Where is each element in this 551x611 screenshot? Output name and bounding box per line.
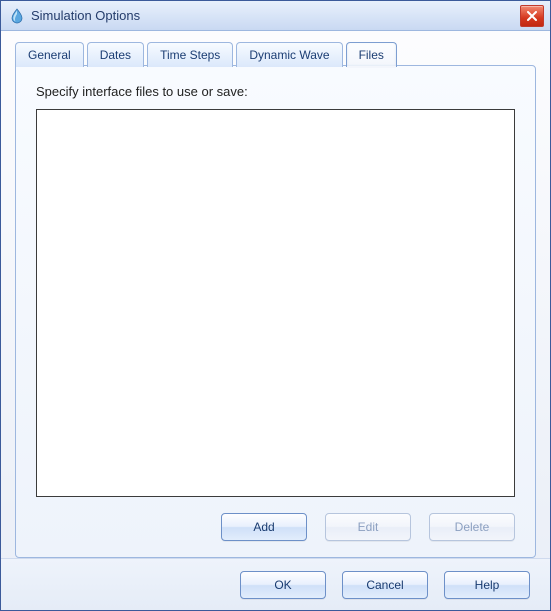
button-label: Cancel bbox=[366, 578, 403, 592]
dialog-footer: OK Cancel Help bbox=[1, 558, 550, 610]
ok-button[interactable]: OK bbox=[240, 571, 326, 599]
edit-button[interactable]: Edit bbox=[325, 513, 411, 541]
files-panel-label: Specify interface files to use or save: bbox=[36, 84, 515, 99]
client-area: General Dates Time Steps Dynamic Wave Fi… bbox=[1, 31, 550, 558]
tab-dates[interactable]: Dates bbox=[87, 42, 144, 67]
tab-label: General bbox=[28, 48, 71, 62]
tab-label: Dates bbox=[100, 48, 131, 62]
tabstrip: General Dates Time Steps Dynamic Wave Fi… bbox=[15, 41, 536, 66]
tab-general[interactable]: General bbox=[15, 42, 84, 67]
close-button[interactable] bbox=[520, 5, 544, 27]
tab-time-steps[interactable]: Time Steps bbox=[147, 42, 233, 67]
files-panel-buttons: Add Edit Delete bbox=[36, 497, 515, 541]
tab-label: Files bbox=[359, 48, 384, 62]
tab-label: Time Steps bbox=[160, 48, 220, 62]
button-label: Edit bbox=[358, 520, 379, 534]
tab-label: Dynamic Wave bbox=[249, 48, 329, 62]
button-label: OK bbox=[274, 578, 291, 592]
tab-files[interactable]: Files bbox=[346, 42, 397, 67]
dialog-simulation-options: Simulation Options General Dates Time St… bbox=[0, 0, 551, 611]
cancel-button[interactable]: Cancel bbox=[342, 571, 428, 599]
tabpanel-files: Specify interface files to use or save: … bbox=[15, 65, 536, 558]
interface-files-listbox[interactable] bbox=[36, 109, 515, 497]
help-button[interactable]: Help bbox=[444, 571, 530, 599]
button-label: Delete bbox=[455, 520, 490, 534]
titlebar: Simulation Options bbox=[1, 1, 550, 31]
tab-dynamic-wave[interactable]: Dynamic Wave bbox=[236, 42, 342, 67]
delete-button[interactable]: Delete bbox=[429, 513, 515, 541]
button-label: Help bbox=[475, 578, 500, 592]
dialog-title: Simulation Options bbox=[31, 8, 520, 23]
app-icon bbox=[9, 8, 25, 24]
button-label: Add bbox=[253, 520, 274, 534]
add-button[interactable]: Add bbox=[221, 513, 307, 541]
